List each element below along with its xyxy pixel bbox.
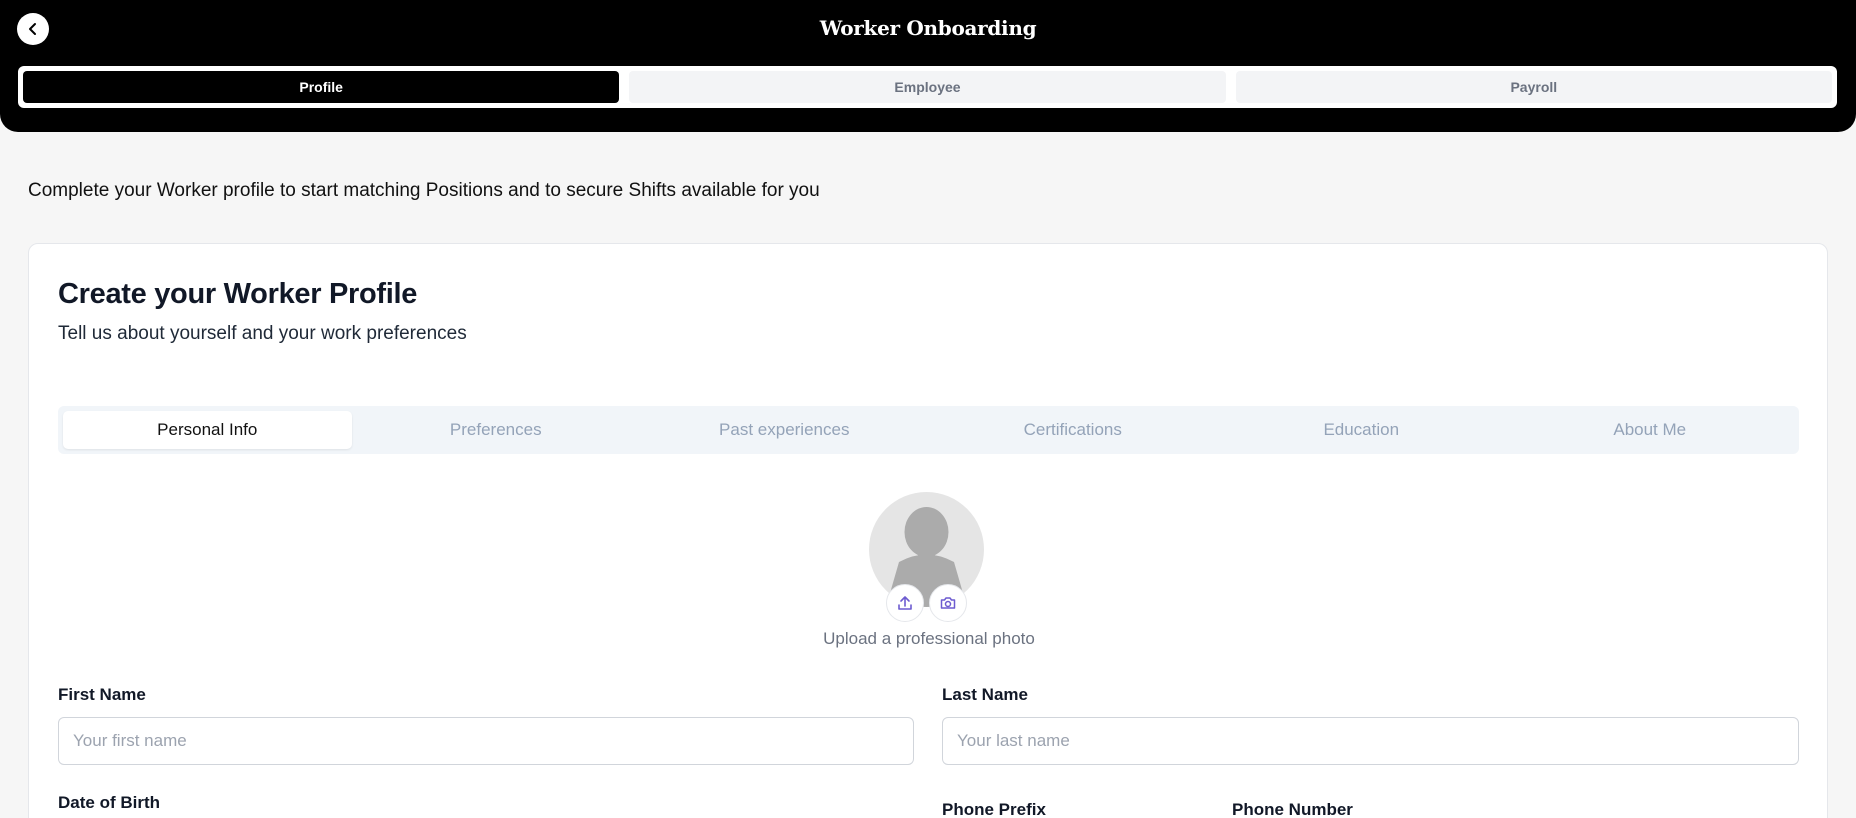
avatar [869, 492, 984, 607]
header-bar: Worker Onboarding Profile Employee Payro… [0, 0, 1856, 132]
dob-label: Date of Birth [58, 793, 160, 812]
step-payroll[interactable]: Payroll [1235, 71, 1832, 103]
profile-card: Create your Worker Profile Tell us about… [28, 243, 1828, 818]
last-name-label: Last Name [942, 685, 1028, 704]
camera-icon [940, 597, 956, 609]
tab-about-me[interactable]: About Me [1506, 411, 1795, 449]
page-title: Worker Onboarding [819, 16, 1037, 40]
last-name-field[interactable] [942, 717, 1799, 765]
phone-prefix-label: Phone Prefix [942, 800, 1046, 818]
step-employee[interactable]: Employee [629, 71, 1226, 103]
tab-preferences[interactable]: Preferences [352, 411, 641, 449]
phone-number-label: Phone Number [1232, 800, 1353, 818]
card-title: Create your Worker Profile [58, 278, 418, 310]
tab-personal-info[interactable]: Personal Info [63, 411, 352, 449]
step-profile[interactable]: Profile [23, 71, 620, 103]
photo-caption: Upload a professional photo [823, 629, 1035, 648]
card-subtitle: Tell us about yourself and your work pre… [58, 323, 467, 344]
tab-education[interactable]: Education [1217, 411, 1506, 449]
tab-past-experiences[interactable]: Past experiences [640, 411, 929, 449]
upload-icon [898, 596, 912, 610]
upload-photo-button[interactable] [886, 584, 924, 622]
tab-certifications[interactable]: Certifications [929, 411, 1218, 449]
first-name-label: First Name [58, 685, 146, 704]
intro-text: Complete your Worker profile to start ma… [28, 180, 820, 201]
first-name-field[interactable] [58, 717, 914, 765]
profile-tabs: Personal Info Preferences Past experienc… [58, 406, 1799, 454]
person-placeholder-icon [886, 507, 967, 607]
take-photo-button[interactable] [929, 584, 967, 622]
onboarding-steps: Profile Employee Payroll [18, 66, 1837, 108]
